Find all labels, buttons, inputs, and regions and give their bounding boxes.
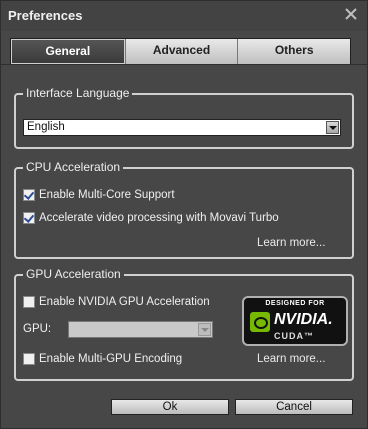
cpu-acceleration-group: CPU Acceleration Enable Multi-Core Suppo… <box>14 160 354 259</box>
interface-language-group: Interface Language English <box>14 86 354 149</box>
tab-bar: General Advanced Others <box>10 38 351 65</box>
checkbox-unchecked-icon[interactable] <box>23 296 35 308</box>
multigpu-checkbox[interactable]: Enable Multi-GPU Encoding <box>23 353 182 365</box>
language-value: English <box>27 121 65 133</box>
checkbox-checked-icon[interactable] <box>23 189 35 201</box>
multicore-checkbox[interactable]: Enable Multi-Core Support <box>23 189 175 201</box>
nvidia-gpu-checkbox[interactable]: Enable NVIDIA GPU Acceleration <box>23 296 210 308</box>
tab-advanced[interactable]: Advanced <box>124 39 238 64</box>
turbo-checkbox[interactable]: Accelerate video processing with Movavi … <box>23 212 279 224</box>
gpu-label: GPU: <box>23 323 52 335</box>
cpu-learn-more-link[interactable]: Learn more... <box>257 237 325 249</box>
nvidia-badge-name: NVIDIA. <box>274 311 333 328</box>
window-title: Preferences <box>8 8 83 23</box>
nvidia-badge-top: DESIGNED FOR <box>265 300 325 307</box>
language-select[interactable]: English <box>23 119 341 136</box>
nvidia-cuda-logo: DESIGNED FOR NVIDIA. CUDA™ <box>242 296 348 346</box>
multigpu-label: Enable Multi-GPU Encoding <box>39 353 183 365</box>
ok-button[interactable]: Ok <box>111 399 229 415</box>
multicore-label: Enable Multi-Core Support <box>39 189 175 201</box>
nvidia-eye-icon <box>250 312 270 332</box>
gpu-acceleration-legend: GPU Acceleration <box>23 267 124 281</box>
cpu-acceleration-legend: CPU Acceleration <box>23 160 124 174</box>
close-icon[interactable] <box>344 7 358 21</box>
preferences-window: Preferences General Advanced Others Inte… <box>0 0 368 429</box>
tab-others[interactable]: Others <box>237 39 351 64</box>
tab-general[interactable]: General <box>11 39 125 64</box>
gpu-acceleration-group: GPU Acceleration Enable NVIDIA GPU Accel… <box>14 267 354 381</box>
chevron-down-icon[interactable] <box>326 121 339 134</box>
nvidia-gpu-label: Enable NVIDIA GPU Acceleration <box>39 296 210 308</box>
title-bar: Preferences <box>1 1 367 31</box>
nvidia-badge-cuda: CUDA™ <box>274 331 314 341</box>
checkbox-unchecked-icon[interactable] <box>23 353 35 365</box>
gpu-learn-more-link[interactable]: Learn more... <box>257 353 325 365</box>
checkbox-checked-icon[interactable] <box>23 212 35 224</box>
tab-divider <box>1 64 367 65</box>
turbo-label: Accelerate video processing with Movavi … <box>39 212 279 224</box>
cancel-button[interactable]: Cancel <box>235 399 353 415</box>
chevron-down-icon[interactable] <box>198 323 211 336</box>
gpu-select[interactable] <box>68 321 213 338</box>
interface-language-legend: Interface Language <box>23 86 133 100</box>
